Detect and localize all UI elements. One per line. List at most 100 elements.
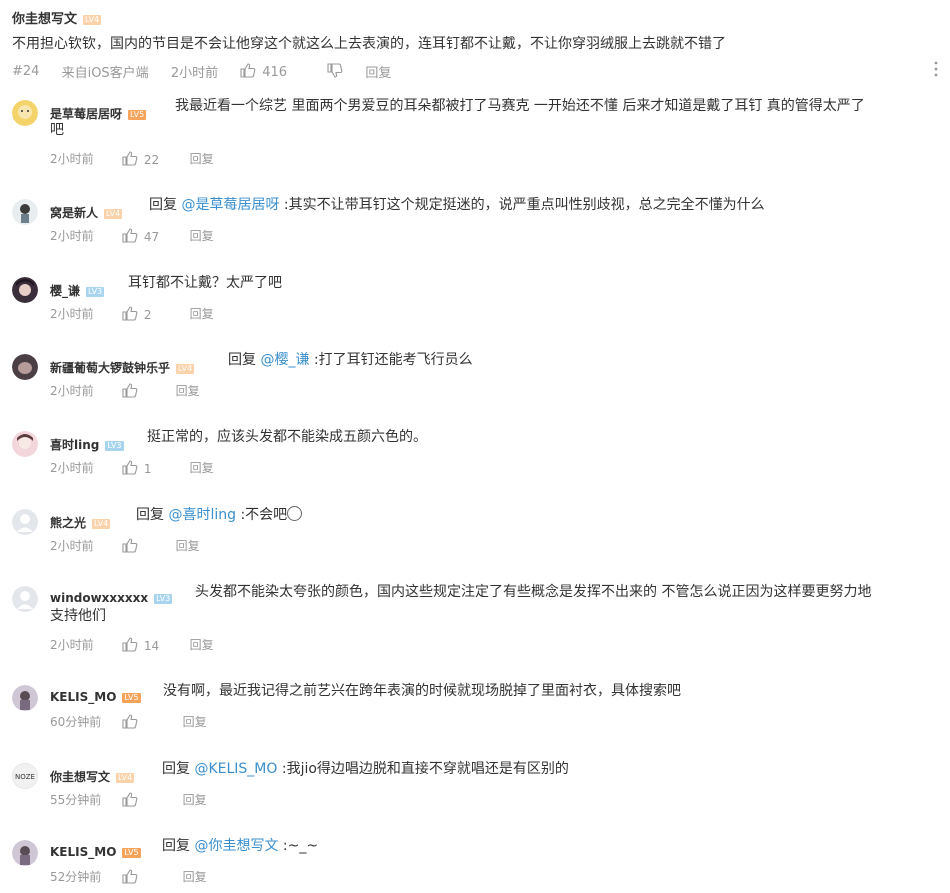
more-vertical-icon[interactable] <box>933 60 939 78</box>
smile-emoji-icon <box>287 506 303 521</box>
level-badge: LV4 <box>104 208 123 219</box>
reply-time: 2小时前 <box>50 152 94 166</box>
reply-button[interactable]: 回复 <box>183 868 207 885</box>
reply-author[interactable]: 喜时ling LV3 <box>50 436 124 453</box>
reply-body: :不会吧 <box>236 507 288 523</box>
reply-prefix: 回复 <box>228 352 256 368</box>
username[interactable]: 喜时ling <box>50 438 99 452</box>
reply-author[interactable]: 你圭想写文 LV4 <box>50 768 135 785</box>
like-button[interactable] <box>122 382 172 399</box>
reply-button[interactable]: 回复 <box>190 636 214 653</box>
avatar[interactable] <box>12 199 38 225</box>
username[interactable]: 窝是新人 <box>50 206 98 220</box>
avatar[interactable] <box>12 840 38 866</box>
like-count: 14 <box>143 638 160 653</box>
dislike-button[interactable] <box>327 63 343 80</box>
level-badge: LV3 <box>154 593 173 604</box>
mention-link[interactable]: @樱_谦 <box>260 352 309 368</box>
avatar[interactable] <box>12 685 38 711</box>
like-button[interactable]: 22 <box>122 150 186 167</box>
thumb-up-icon <box>122 791 138 807</box>
reply-time: 2小时前 <box>50 539 94 553</box>
thumb-down-icon <box>327 63 343 78</box>
reply-time: 2小时前 <box>50 229 94 243</box>
like-button[interactable]: 1 <box>122 459 186 476</box>
username[interactable]: 熊之光 <box>50 516 86 530</box>
reply-prefix: 回复 <box>136 507 164 523</box>
thumb-up-icon <box>122 150 138 166</box>
top-comment-author[interactable]: 你圭想写文 LV4 <box>12 8 102 27</box>
reply-meta: 2小时前 2 回复 <box>50 305 214 322</box>
like-button[interactable] <box>122 537 172 554</box>
reply-meta: 2小时前 1 回复 <box>50 459 214 476</box>
thumb-up-icon <box>122 382 138 398</box>
thumb-up-icon <box>122 636 138 652</box>
reply-button[interactable]: 回复 <box>176 382 200 399</box>
reply-prefix: 回复 <box>149 197 177 213</box>
reply-time: 60分钟前 <box>50 715 102 729</box>
reply-button[interactable]: 回复 <box>183 713 207 730</box>
reply-text: 回复 @喜时ling :不会吧 <box>136 503 303 527</box>
top-comment-text: 不用担心钦钦，国内的节目是不会让他穿这个就这么上去表演的，连耳钉都不让戴，不让你… <box>12 36 726 52</box>
like-button[interactable]: 47 <box>122 227 186 244</box>
mention-link[interactable]: @是草莓居居呀 <box>181 197 279 213</box>
floor-number: #24 <box>12 64 40 79</box>
comment-time: 2小时前 <box>170 66 219 81</box>
username[interactable]: 你圭想写文 <box>50 770 110 784</box>
reply-author[interactable]: KELIS_MO LV5 <box>50 845 141 859</box>
like-button[interactable]: 2 <box>122 305 186 322</box>
avatar[interactable] <box>12 431 38 457</box>
mention-link[interactable]: @你圭想写文 <box>194 838 278 854</box>
reply-prefix: 回复 <box>162 838 190 854</box>
reply-text-continued: 吧 <box>50 122 64 138</box>
reply-author[interactable]: 是草莓居居呀 LV5 <box>50 105 147 122</box>
avatar[interactable] <box>12 509 38 535</box>
reply-button[interactable]: 回复 <box>190 459 214 476</box>
reply-button[interactable]: 回复 <box>365 62 391 81</box>
reply-button[interactable]: 回复 <box>190 150 214 167</box>
reply-button[interactable]: 回复 <box>190 227 214 244</box>
reply-time: 2小时前 <box>50 384 94 398</box>
like-button[interactable]: 416 <box>240 63 305 80</box>
avatar[interactable] <box>12 277 38 303</box>
level-badge: LV3 <box>105 440 124 451</box>
username[interactable]: 你圭想写文 <box>12 12 77 27</box>
mention-link[interactable]: @KELIS_MO <box>194 761 277 777</box>
reply-meta: 55分钟前 回复 <box>50 791 207 808</box>
reply-author[interactable]: 樱_谦 LV3 <box>50 282 105 299</box>
reply-meta: 60分钟前 回复 <box>50 713 207 730</box>
level-badge: LV3 <box>86 286 105 297</box>
reply-meta: 2小时前 14 回复 <box>50 636 214 653</box>
like-button[interactable] <box>122 791 179 808</box>
level-badge: LV4 <box>92 518 111 529</box>
like-button[interactable] <box>122 868 179 885</box>
username[interactable]: KELIS_MO <box>50 690 116 704</box>
like-button[interactable] <box>122 713 179 730</box>
reply-text: 挺正常的，应该头发都不能染成五颜六色的。 <box>147 429 427 445</box>
mention-link[interactable]: @喜时ling <box>168 507 236 523</box>
reply-time: 52分钟前 <box>50 870 102 884</box>
avatar[interactable] <box>12 100 38 126</box>
username[interactable]: 新疆葡萄大锣鼓钟乐乎 <box>50 361 170 375</box>
reply-author[interactable]: KELIS_MO LV5 <box>50 690 141 704</box>
reply-author[interactable]: 熊之光 LV4 <box>50 514 111 531</box>
username[interactable]: windowxxxxxx <box>50 591 148 605</box>
username[interactable]: KELIS_MO <box>50 845 116 859</box>
avatar[interactable] <box>12 354 38 380</box>
reply-author[interactable]: 窝是新人 LV4 <box>50 204 123 221</box>
top-comment-meta: #24 来自iOS客户端 2小时前 416 回复 <box>12 62 409 81</box>
level-badge: LV4 <box>116 772 135 783</box>
reply-time: 2小时前 <box>50 307 94 321</box>
reply-body: :其实不让带耳钉这个规定挺迷的，说严重点叫性别歧视，总之完全不懂为什么 <box>279 197 765 213</box>
reply-button[interactable]: 回复 <box>190 305 214 322</box>
reply-author[interactable]: 新疆葡萄大锣鼓钟乐乎 LV4 <box>50 359 195 376</box>
reply-button[interactable]: 回复 <box>176 537 200 554</box>
svg-text:NOZE: NOZE <box>15 773 35 781</box>
reply-button[interactable]: 回复 <box>183 791 207 808</box>
like-button[interactable]: 14 <box>122 636 186 653</box>
username[interactable]: 樱_谦 <box>50 284 80 298</box>
reply-author[interactable]: windowxxxxxx LV3 <box>50 591 173 605</box>
avatar[interactable]: NOZE <box>12 763 38 789</box>
thumb-up-icon <box>122 868 138 884</box>
avatar[interactable] <box>12 586 38 612</box>
